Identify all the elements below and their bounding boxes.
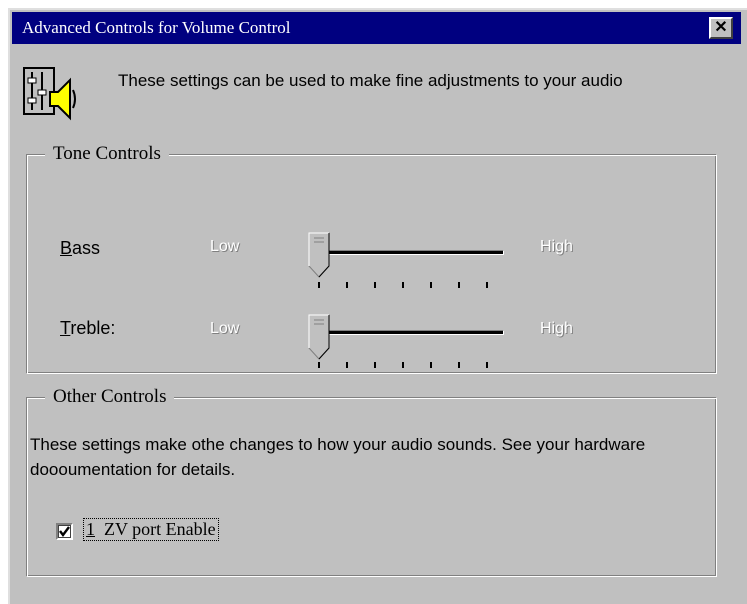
treble-label: Treble:: [60, 318, 116, 338]
other-controls-legend: Other Controls: [45, 385, 175, 409]
bass-label: Bass: [60, 238, 101, 258]
bass-low-label: Low: [210, 238, 240, 255]
window-title: Advanced Controls for Volume Control: [22, 18, 291, 37]
treble-slider-track[interactable]: [312, 330, 504, 335]
close-icon: ✕: [714, 19, 728, 36]
bass-slider-track[interactable]: [312, 250, 504, 255]
bass-ticks: [318, 282, 498, 288]
treble-slider-thumb[interactable]: [308, 314, 330, 360]
checkmark-icon: [59, 526, 70, 537]
other-controls-description: These settings make othe changes to how …: [30, 435, 646, 479]
bass-slider-thumb[interactable]: [308, 232, 330, 278]
other-controls-group: Other Controls: [26, 385, 717, 577]
zv-port-checkbox[interactable]: [56, 523, 73, 540]
zv-port-label[interactable]: 1 ZV port Enable: [83, 518, 219, 541]
tone-controls-legend: Tone Controls: [45, 142, 169, 166]
treble-ticks: [318, 362, 498, 368]
close-button[interactable]: ✕: [709, 17, 733, 39]
bass-high-label: High: [540, 238, 573, 255]
title-bar[interactable]: Advanced Controls for Volume Control ✕: [12, 12, 741, 44]
tone-controls-group: Tone Controls: [26, 142, 717, 374]
intro-text: These settings can be used to make fine …: [118, 71, 623, 90]
treble-low-label: Low: [210, 320, 240, 337]
treble-high-label: High: [540, 320, 573, 337]
mixer-speaker-icon: [23, 67, 76, 121]
